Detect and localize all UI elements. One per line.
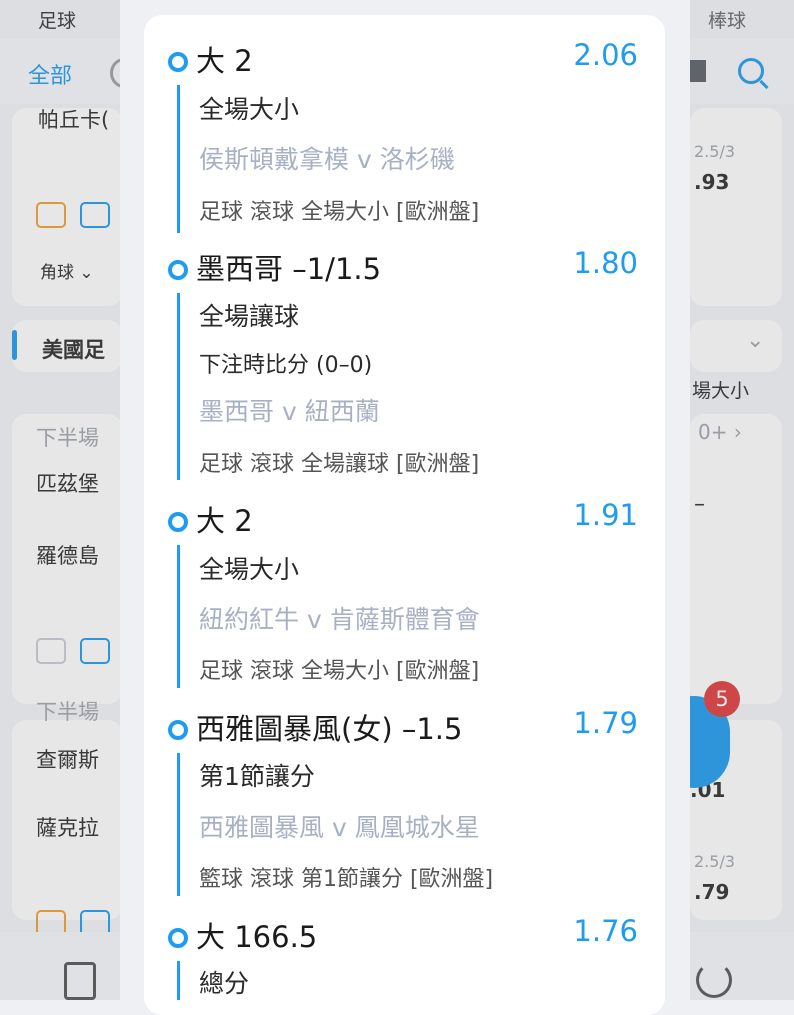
bet-market: 全場大小	[199, 95, 300, 124]
bet-selection: 大 2	[196, 44, 253, 78]
timeline-line	[177, 753, 180, 896]
bet-market: 總分	[199, 969, 250, 998]
bet-selection: 西雅圖暴風(女) –1.5	[196, 712, 463, 746]
bet-meta: 籃球 滾球 第1節讓分 [歐洲盤]	[199, 867, 494, 892]
bet-match: 墨西哥 v 紐西蘭	[199, 397, 380, 426]
bet-dot-icon	[168, 512, 188, 532]
bet-odds: 1.79	[573, 706, 638, 740]
bet-odds: 1.91	[573, 498, 638, 532]
bet-selection: 大 166.5	[196, 920, 318, 954]
bet-score-at-placement: 下注時比分 (0–0)	[199, 353, 373, 378]
bet-match: 侯斯頓戴拿模 v 洛杉磯	[199, 145, 455, 174]
bet-odds: 1.76	[573, 914, 638, 948]
bet-selection: 墨西哥 –1/1.5	[196, 252, 382, 286]
bet-selection: 大 2	[196, 504, 253, 538]
timeline-line	[177, 961, 180, 1000]
bet-meta: 足球 滾球 全場大小 [歐洲盤]	[199, 659, 480, 684]
bet-market: 第1節讓分	[199, 762, 315, 791]
bet-market: 全場讓球	[199, 302, 300, 331]
bet-match: 西雅圖暴風 v 鳳凰城水星	[199, 813, 480, 842]
bet-dot-icon	[168, 720, 188, 740]
timeline-line	[177, 293, 180, 480]
bet-odds: 1.80	[573, 246, 638, 280]
bet-market: 全場大小	[199, 555, 300, 584]
timeline-line	[177, 545, 180, 688]
timeline-line	[177, 85, 180, 233]
bet-dot-icon	[168, 928, 188, 948]
bet-match: 紐約紅牛 v 肯薩斯體育會	[199, 605, 480, 634]
bet-meta: 足球 滾球 全場讓球 [歐洲盤]	[199, 452, 480, 477]
bet-meta: 足球 滾球 全場大小 [歐洲盤]	[199, 200, 480, 225]
bet-odds: 2.06	[573, 38, 638, 72]
bet-dot-icon	[168, 260, 188, 280]
bet-dot-icon	[168, 52, 188, 72]
